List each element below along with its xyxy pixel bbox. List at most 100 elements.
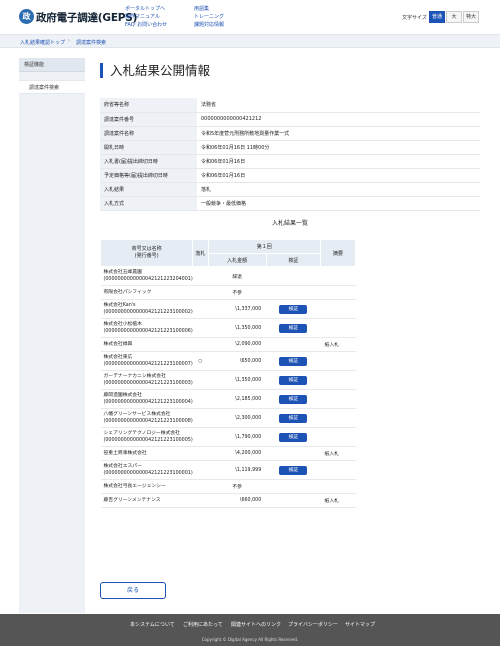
table-row: 藤吉グリーンメンテナンス \660,000 紙入札	[100, 493, 356, 508]
vendor-cell: 株式会社東広 (0000000000000042121223100007)	[100, 351, 193, 371]
vendor-name: 株式会社エスパー	[103, 464, 142, 469]
breadcrumb-search-link[interactable]: 調達案件検索	[76, 39, 106, 46]
winner-header: 落札	[192, 239, 209, 267]
font-size-normal-button[interactable]: 普通	[429, 11, 445, 23]
faq-link[interactable]: FAQ･お問い合わせ	[125, 21, 167, 28]
info-row: 調達案件番号 0000000000000421212	[100, 112, 480, 127]
bid-amount: 辞退	[208, 266, 267, 286]
verify-button[interactable]: 検証	[279, 432, 308, 442]
vendor-name: 藤岡造園株式会社	[103, 393, 142, 398]
verify-cell: 検証	[266, 351, 321, 371]
verify-cell: 検証	[266, 408, 321, 428]
verify-cell: 検証	[266, 460, 321, 480]
verify-button[interactable]: 検証	[279, 413, 308, 423]
vendor-cell: 株式会社緑興	[100, 337, 193, 352]
info-row: 府省等名称 法務省	[100, 98, 480, 113]
geps-logo-icon[interactable]: 政	[19, 9, 34, 24]
info-value: 法務省	[197, 98, 480, 113]
verify-cell	[266, 337, 321, 352]
info-row: 入札方式 一般競争・最低価格	[100, 196, 480, 211]
font-size-xlarge-button[interactable]: 特大	[463, 11, 479, 23]
bid-amount: \2,300,000	[208, 408, 267, 428]
info-label: 入札結果	[100, 182, 197, 197]
bid-amount: \650,000	[208, 351, 267, 371]
table-row: シェアリングテクノロジー株式会社 (00000000000000421212231…	[100, 427, 356, 447]
note-cell	[320, 460, 356, 480]
winner-mark	[192, 460, 209, 480]
bid-amount: \2,090,000	[208, 337, 267, 352]
winner-mark	[192, 446, 209, 461]
vendor-id: (0000000000000042121223100003)	[103, 381, 193, 386]
note-cell	[320, 318, 356, 338]
portal-top-link[interactable]: ポータルトップへ	[125, 5, 165, 12]
training-link[interactable]: トレーニング	[194, 13, 224, 20]
bid-amount: 不参	[208, 479, 267, 494]
footer-about-link[interactable]: 本システムについて	[130, 621, 175, 628]
side-menu: 検証機能 調達案件検索	[19, 58, 85, 613]
winner-mark: ○	[192, 351, 209, 371]
vendor-header: 商号又は名称 (発行番号)	[99, 239, 194, 267]
side-menu-item-search[interactable]: 調達案件検索	[19, 80, 85, 94]
info-label: 調達案件番号	[100, 112, 197, 127]
note-cell	[320, 285, 356, 300]
info-row: 予定価格等(届)提出締切日時 令和06年01月16日	[100, 168, 480, 183]
vendor-name: 株式会社弓長エージェンシー	[103, 484, 166, 489]
winner-mark	[192, 479, 209, 494]
breadcrumb-separator-icon: ›	[68, 38, 70, 44]
site-header: 政 政府電子調達(GEPS) ポータルトップへ 操作マニュアル FAQ･お問い合…	[0, 0, 500, 34]
vendor-cell: 株式会社五峰農園 (0000000000000042121223204001)	[100, 266, 193, 286]
footer-privacy-link[interactable]: プライバシーポリシー	[288, 621, 338, 628]
verify-button[interactable]: 検証	[279, 375, 308, 385]
info-value: 令和06年01月16日	[197, 168, 480, 183]
vendor-cell: シェアリングテクノロジー株式会社 (00000000000000421212231…	[100, 427, 193, 447]
footer-sitemap-link[interactable]: サイトマップ	[345, 621, 375, 628]
vendor-cell: 株式会社小松植木 (0000000000000042121223100006)	[100, 318, 193, 338]
vendor-name: 株式会社Kan's	[103, 303, 136, 308]
vendor-name: シェアリングテクノロジー株式会社	[103, 431, 180, 436]
info-value: 0000000000000421212	[197, 112, 480, 127]
bid-amount: \1,337,000	[208, 299, 267, 319]
note-cell: 紙入札	[320, 446, 356, 461]
vendor-cell: 笹重土商事株式会社	[100, 446, 193, 461]
glossary-link[interactable]: 用語集	[194, 5, 209, 12]
vendor-id: (0000000000000042121223100008)	[103, 419, 193, 424]
info-row: 入札結果 落札	[100, 182, 480, 197]
vendor-id: (0000000000000042121223100006)	[103, 329, 193, 334]
verify-button[interactable]: 検証	[279, 465, 308, 475]
bid-amount: \2,185,000	[208, 389, 267, 409]
winner-mark	[192, 266, 209, 286]
info-label: 調達案件名称	[100, 126, 197, 141]
tender-info-table: 府省等名称 法務省 調達案件番号 0000000000000421212 調達案件名称令…	[100, 98, 480, 211]
winner-mark	[192, 337, 209, 352]
info-label: 府省等名称	[100, 98, 197, 113]
breadcrumb: 入札結果確認トップ › 調達案件検索	[0, 34, 500, 48]
bid-amount: 不参	[208, 285, 267, 300]
verify-button[interactable]: 検証	[279, 304, 308, 314]
bid-amount: \1,350,000	[208, 370, 267, 390]
bid-amount: \660,000	[208, 493, 267, 508]
verify-cell: 検証	[266, 427, 321, 447]
verify-button[interactable]: 検証	[279, 323, 308, 333]
breadcrumb-top-link[interactable]: 入札結果確認トップ	[20, 39, 65, 46]
verify-button[interactable]: 検証	[279, 394, 308, 404]
site-title[interactable]: 政府電子調達(GEPS)	[36, 10, 137, 25]
vendor-name: 笹重土商事株式会社	[103, 451, 147, 456]
site-footer: 本システムについて ご利用にあたって 関連サイトへのリンク プライバシーポリシー…	[0, 614, 500, 646]
verify-button[interactable]: 検証	[279, 356, 308, 366]
results-table: 商号又は名称 (発行番号) 落札 第１回 摘要 入札金額 検証 株式会社五峰農園…	[99, 239, 356, 508]
copyright: Copyright © Digital Agency All Rights Re…	[201, 637, 299, 642]
font-size-large-button[interactable]: 大	[446, 11, 462, 23]
vendor-id: (0000000000000042121223100002)	[103, 310, 193, 315]
results-list-title: 入札結果一覧	[271, 220, 308, 227]
issues-link[interactable]: 課題対応情報	[194, 21, 224, 28]
manual-link[interactable]: 操作マニュアル	[125, 13, 160, 20]
note-cell	[320, 351, 356, 371]
footer-related-link[interactable]: 関連サイトへのリンク	[231, 621, 281, 628]
table-row: 株式会社小松植木 (0000000000000042121223100006) \1…	[100, 318, 356, 338]
info-value: 令和06年01月16日	[197, 154, 480, 169]
vendor-id: (0000000000000042121223100001)	[103, 471, 193, 476]
winner-mark	[192, 427, 209, 447]
footer-usage-link[interactable]: ご利用にあたって	[183, 621, 223, 628]
verify-cell: 検証	[266, 299, 321, 319]
back-button[interactable]: 戻る	[100, 582, 166, 599]
